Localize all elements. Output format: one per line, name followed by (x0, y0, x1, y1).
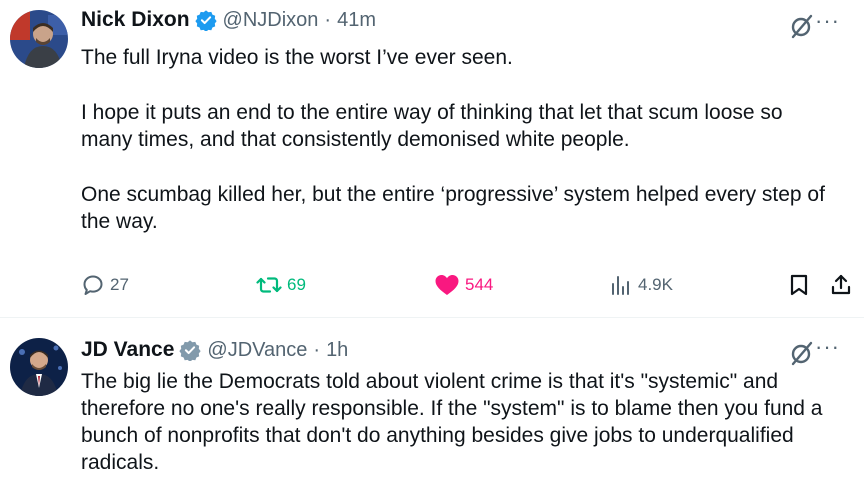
timestamp[interactable]: 41m (337, 9, 376, 32)
display-name[interactable]: Nick Dixon (81, 8, 190, 32)
grok-icon[interactable] (789, 13, 815, 39)
tweet-header: JD Vance @JDVance · 1h (81, 338, 348, 362)
timestamp[interactable]: 1h (326, 339, 348, 362)
reply-button[interactable]: 27 (81, 273, 129, 297)
tweet-header: Nick Dixon @NJDixon · 41m (81, 8, 376, 32)
like-count: 544 (465, 275, 494, 294)
reply-count: 27 (110, 275, 129, 294)
user-handle[interactable]: @NJDixon (223, 9, 319, 32)
tweet-paragraph: The full Iryna video is the worst I’ve e… (81, 46, 513, 69)
verified-badge-icon (194, 10, 217, 31)
more-icon[interactable]: ··· (815, 336, 840, 358)
share-button[interactable] (829, 273, 853, 297)
tweet-jd-vance[interactable]: JD Vance @JDVance · 1h ··· The big lie t… (0, 318, 864, 500)
more-icon[interactable]: ··· (815, 10, 840, 32)
repost-icon (256, 277, 282, 293)
views-icon (612, 276, 629, 295)
grok-icon[interactable] (789, 340, 815, 366)
reply-icon (83, 275, 103, 295)
tweet-text: The full Iryna video is the worst I’ve e… (81, 44, 834, 235)
share-icon (831, 274, 851, 295)
separator-dot: · (313, 338, 321, 361)
user-handle[interactable]: @JDVance (207, 339, 307, 362)
bookmark-button[interactable] (787, 273, 811, 297)
heart-icon (435, 275, 459, 295)
views-count: 4.9K (638, 275, 673, 294)
tweet-nick-dixon[interactable]: Nick Dixon @NJDixon · 41m ··· The full I… (0, 0, 864, 318)
avatar[interactable] (10, 338, 68, 396)
tweet-paragraph: I hope it puts an end to the entire way … (81, 101, 783, 151)
verified-badge-icon (179, 340, 202, 361)
repost-button[interactable]: 69 (256, 273, 306, 297)
like-button[interactable]: 544 (434, 273, 493, 297)
tweet-actions: 27 69 544 4.9K (0, 271, 864, 301)
views-button[interactable]: 4.9K (609, 273, 673, 297)
avatar[interactable] (10, 10, 68, 68)
repost-count: 69 (287, 275, 306, 294)
tweet-paragraph: One scumbag killed her, but the entire ‘… (81, 183, 825, 233)
tweet-text: The big lie the Democrats told about vio… (81, 368, 834, 476)
bookmark-icon (790, 274, 808, 296)
separator-dot: · (324, 8, 332, 31)
tweet-paragraph: The big lie the Democrats told about vio… (81, 370, 823, 474)
display-name[interactable]: JD Vance (81, 338, 174, 362)
